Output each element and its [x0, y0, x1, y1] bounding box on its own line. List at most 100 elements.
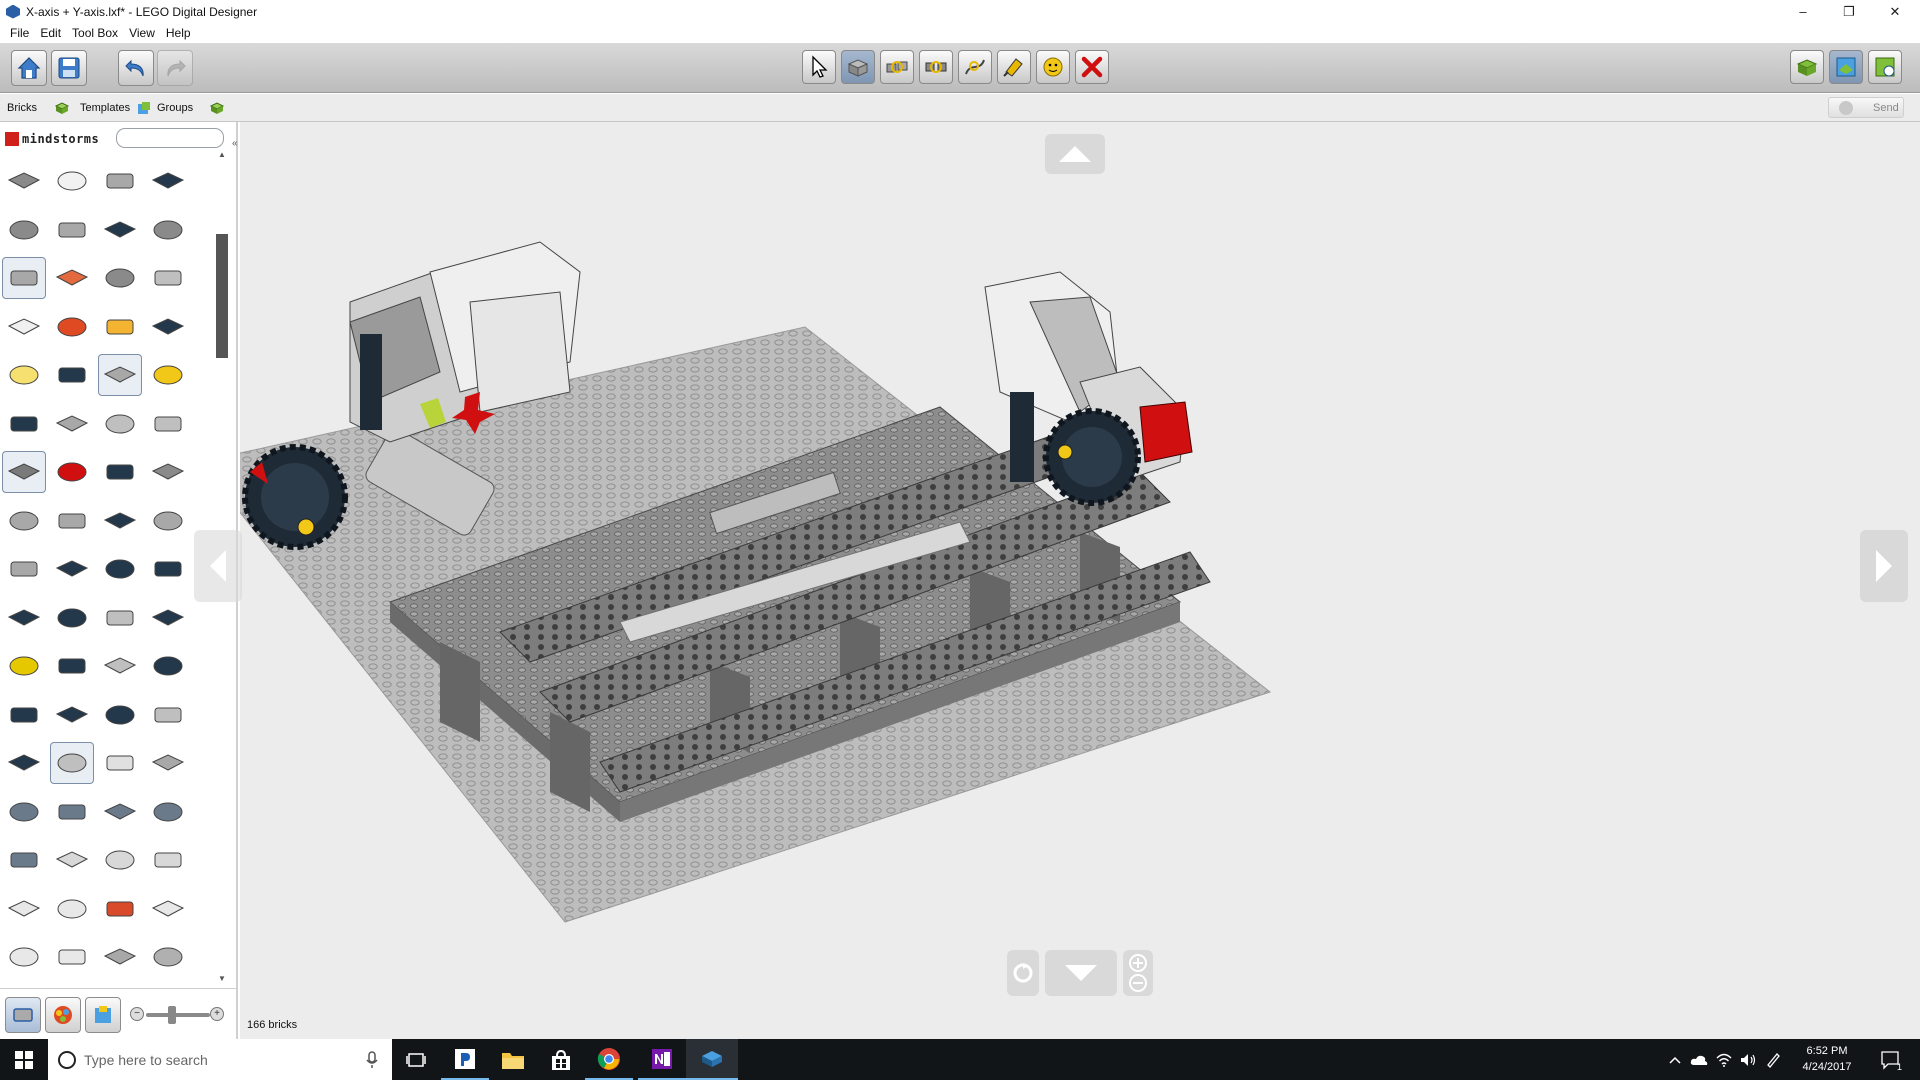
palette-brick[interactable] — [146, 694, 190, 736]
zoom-slider-track[interactable] — [146, 1013, 210, 1017]
palette-brick[interactable] — [98, 306, 142, 348]
taskbar-search-box[interactable]: Type here to search — [48, 1039, 392, 1080]
menu-edit[interactable]: Edit — [39, 26, 62, 40]
palette-brick[interactable] — [98, 694, 142, 736]
taskbar-store[interactable] — [537, 1039, 585, 1080]
palette-brick[interactable] — [98, 645, 142, 687]
menu-tool-box[interactable]: Tool Box — [71, 26, 119, 40]
palette-brick[interactable] — [50, 209, 94, 251]
palette-brick[interactable] — [2, 597, 46, 639]
network-tray[interactable] — [1712, 1039, 1736, 1080]
palette-brick[interactable] — [50, 257, 94, 299]
palette-brick[interactable] — [146, 306, 190, 348]
palette-brick[interactable] — [50, 306, 94, 348]
hide-tool-button[interactable] — [1036, 50, 1070, 84]
camera-tilt-up-button[interactable] — [1045, 134, 1105, 174]
taskbar-paint-app[interactable] — [441, 1039, 489, 1080]
template-view-button[interactable] — [85, 997, 121, 1033]
palette-brick[interactable] — [98, 548, 142, 590]
zoom-minus-icon[interactable] — [1128, 973, 1148, 993]
palette-brick[interactable] — [2, 694, 46, 736]
palette-brick[interactable] — [146, 888, 190, 930]
palette-brick[interactable] — [2, 839, 46, 881]
view-mode-button[interactable] — [1829, 50, 1863, 84]
build-canvas[interactable] — [194, 122, 1920, 1010]
palette-brick[interactable] — [50, 500, 94, 542]
palette-brick[interactable] — [50, 160, 94, 202]
palette-brick[interactable] — [2, 209, 46, 251]
palette-brick[interactable] — [2, 888, 46, 930]
close-window-button[interactable]: ✕ — [1872, 0, 1918, 23]
palette-brick[interactable] — [98, 160, 142, 202]
pen-tray[interactable] — [1760, 1039, 1786, 1080]
home-button[interactable] — [11, 50, 47, 86]
palette-brick[interactable] — [2, 548, 46, 590]
palette-brick[interactable] — [50, 451, 94, 493]
palette-brick[interactable] — [2, 403, 46, 445]
scroll-thumb[interactable] — [216, 234, 228, 358]
taskbar-clock[interactable]: 6:52 PM 4/24/2017 — [1792, 1043, 1862, 1075]
palette-brick[interactable] — [98, 888, 142, 930]
palette-brick[interactable] — [146, 403, 190, 445]
zoom-out-icon[interactable]: − — [130, 1007, 144, 1021]
palette-brick[interactable] — [50, 645, 94, 687]
camera-rotate-right-button[interactable] — [1860, 530, 1908, 602]
palette-brick[interactable] — [146, 257, 190, 299]
collapse-panel-button[interactable]: « — [232, 138, 238, 149]
palette-brick[interactable] — [50, 742, 94, 784]
camera-rotate-left-button[interactable] — [194, 530, 242, 602]
scroll-down-arrow[interactable]: ▼ — [215, 974, 229, 986]
paint-tool-button[interactable] — [997, 50, 1031, 84]
palette-brick[interactable] — [2, 500, 46, 542]
palette-brick[interactable] — [98, 257, 142, 299]
palette-brick[interactable] — [98, 791, 142, 833]
palette-brick[interactable] — [98, 354, 142, 396]
camera-tilt-down-button[interactable] — [1045, 950, 1117, 996]
palette-brick[interactable] — [2, 354, 46, 396]
clone-tool-button[interactable] — [841, 50, 875, 84]
zoom-plus-icon[interactable] — [1128, 953, 1148, 973]
microphone-icon[interactable] — [366, 1050, 378, 1069]
show-hidden-icons-button[interactable] — [1664, 1039, 1686, 1080]
taskbar-onenote[interactable] — [638, 1039, 686, 1080]
select-tool-button[interactable] — [802, 50, 836, 84]
redo-button[interactable] — [157, 50, 193, 86]
palette-brick[interactable] — [50, 548, 94, 590]
palette-brick[interactable] — [98, 451, 142, 493]
zoom-slider-thumb[interactable] — [168, 1006, 176, 1024]
palette-brick[interactable] — [50, 694, 94, 736]
brick-view-button[interactable] — [5, 997, 41, 1033]
menu-file[interactable]: File — [9, 26, 30, 40]
volume-tray[interactable] — [1736, 1039, 1760, 1080]
menu-view[interactable]: View — [128, 26, 156, 40]
taskbar-lego-digital-designer[interactable] — [686, 1039, 738, 1080]
send-button[interactable]: Send — [1828, 97, 1904, 118]
taskbar-file-explorer[interactable] — [489, 1039, 537, 1080]
tab-groups[interactable]: Groups — [157, 98, 225, 118]
palette-brick[interactable] — [2, 791, 46, 833]
palette-brick[interactable] — [146, 160, 190, 202]
palette-brick[interactable] — [98, 936, 142, 978]
palette-brick[interactable] — [146, 791, 190, 833]
zoom-in-icon[interactable]: + — [210, 1007, 224, 1021]
palette-brick[interactable] — [50, 839, 94, 881]
tab-bricks[interactable]: Bricks — [7, 98, 70, 118]
flex-tool-button[interactable] — [958, 50, 992, 84]
palette-brick[interactable] — [146, 742, 190, 784]
palette-brick[interactable] — [50, 354, 94, 396]
building-guide-button[interactable] — [1868, 50, 1902, 84]
palette-brick[interactable] — [50, 597, 94, 639]
action-center-button[interactable]: 1 — [1872, 1039, 1910, 1080]
palette-brick[interactable] — [50, 936, 94, 978]
minimize-button[interactable]: – — [1780, 0, 1826, 23]
palette-brick[interactable] — [146, 500, 190, 542]
palette-brick[interactable] — [50, 791, 94, 833]
onedrive-tray[interactable] — [1686, 1039, 1712, 1080]
taskbar-chrome[interactable] — [585, 1039, 633, 1080]
palette-brick[interactable] — [2, 160, 46, 202]
palette-brick[interactable] — [146, 936, 190, 978]
palette-brick[interactable] — [98, 597, 142, 639]
palette-brick[interactable] — [2, 742, 46, 784]
scroll-up-arrow[interactable]: ▲ — [215, 150, 229, 162]
delete-tool-button[interactable] — [1075, 50, 1109, 84]
